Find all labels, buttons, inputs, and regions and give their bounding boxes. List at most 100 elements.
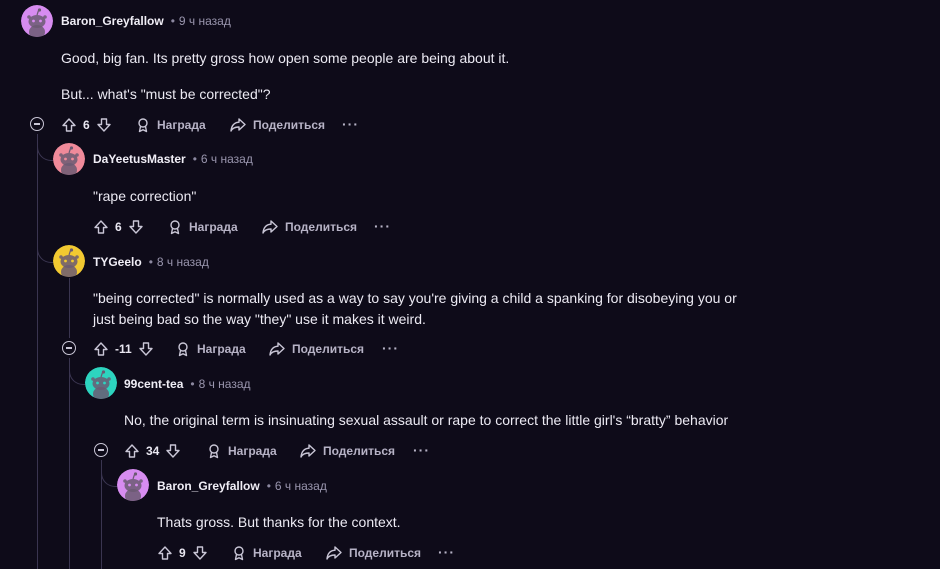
upvote-icon[interactable] — [61, 117, 77, 133]
author-name[interactable]: Baron_Greyfallow — [157, 479, 260, 493]
comment-body-line: No, the original term is insinuating sex… — [124, 412, 729, 428]
share-icon — [261, 219, 279, 235]
award-icon — [175, 341, 191, 357]
comment-body-line: "being corrected" is normally used as a … — [93, 290, 737, 306]
award-icon — [206, 443, 222, 459]
thread-connector — [101, 460, 118, 487]
snoo-avatar-icon — [85, 367, 117, 399]
award-label: Награда — [228, 444, 277, 458]
user-avatar[interactable] — [21, 5, 53, 37]
downvote-icon[interactable] — [165, 443, 181, 459]
comment-meta: DaYeetusMaster • 6 ч назад — [93, 151, 253, 167]
vote-score: 6 — [83, 118, 90, 132]
award-label: Награда — [253, 546, 302, 560]
thread-connector — [37, 134, 54, 263]
user-avatar[interactable] — [53, 245, 85, 277]
comment-meta: Baron_Greyfallow • 6 ч назад — [157, 478, 327, 494]
share-label: Поделиться — [253, 118, 326, 132]
author-name[interactable]: 99cent-tea — [124, 377, 183, 391]
share-label: Поделиться — [323, 444, 396, 458]
award-button[interactable]: Награда — [175, 339, 246, 359]
separator-dot: • — [190, 377, 195, 391]
snoo-avatar-icon — [53, 245, 85, 277]
author-name[interactable]: TYGeelo — [93, 255, 142, 269]
award-label: Награда — [189, 220, 238, 234]
award-icon — [231, 545, 247, 561]
author-name[interactable]: Baron_Greyfallow — [61, 14, 164, 28]
share-button[interactable]: Поделиться — [325, 543, 421, 563]
user-avatar[interactable] — [117, 469, 149, 501]
upvote-icon[interactable] — [93, 219, 109, 235]
comment-body-line: "rape correction" — [93, 188, 197, 204]
share-button[interactable]: Поделиться — [261, 217, 357, 237]
award-icon — [167, 219, 183, 235]
separator-dot: • — [266, 479, 271, 493]
comment-body-line: Thats gross. But thanks for the context. — [157, 514, 401, 530]
vote-control: 6 — [61, 115, 112, 135]
upvote-icon[interactable] — [93, 341, 109, 357]
vote-score: 34 — [146, 444, 160, 458]
more-options-button[interactable]: ··· — [382, 338, 399, 358]
vote-control: -11 — [93, 339, 154, 359]
more-options-button[interactable]: ··· — [438, 542, 455, 562]
timestamp[interactable]: 6 ч назад — [275, 479, 327, 493]
user-avatar[interactable] — [53, 143, 85, 175]
share-icon — [299, 443, 317, 459]
comment-body-line: Good, big fan. Its pretty gross how open… — [61, 50, 510, 66]
thread-line-level-1[interactable] — [69, 278, 70, 338]
downvote-icon[interactable] — [96, 117, 112, 133]
award-button[interactable]: Награда — [206, 441, 277, 461]
timestamp[interactable]: 8 ч назад — [199, 377, 251, 391]
snoo-avatar-icon — [53, 143, 85, 175]
vote-control: 9 — [157, 543, 208, 563]
downvote-icon[interactable] — [128, 219, 144, 235]
award-label: Награда — [157, 118, 206, 132]
vote-control: 6 — [93, 217, 144, 237]
comment-meta: Baron_Greyfallow • 9 ч назад — [61, 13, 231, 29]
thread-connector — [69, 358, 86, 385]
comment-body-line: But... what's "must be corrected"? — [61, 86, 271, 102]
vote-control: 34 — [124, 441, 181, 461]
separator-dot: • — [170, 14, 175, 28]
award-button[interactable]: Награда — [231, 543, 302, 563]
more-options-button[interactable]: ··· — [342, 114, 359, 134]
share-icon — [325, 545, 343, 561]
downvote-icon[interactable] — [192, 545, 208, 561]
timestamp[interactable]: 8 ч назад — [157, 255, 209, 269]
share-button[interactable]: Поделиться — [229, 115, 325, 135]
share-button[interactable]: Поделиться — [268, 339, 364, 359]
collapse-thread-button[interactable] — [94, 443, 108, 457]
timestamp[interactable]: 9 ч назад — [179, 14, 231, 28]
comment-meta: 99cent-tea • 8 ч назад — [124, 376, 251, 392]
share-label: Поделиться — [292, 342, 365, 356]
comment-body-line: just being bad so the way "they" use it … — [93, 311, 426, 327]
award-button[interactable]: Награда — [135, 115, 206, 135]
share-icon — [229, 117, 247, 133]
vote-score: 6 — [115, 220, 122, 234]
timestamp[interactable]: 6 ч назад — [201, 152, 253, 166]
share-label: Поделиться — [285, 220, 358, 234]
separator-dot: • — [148, 255, 153, 269]
share-button[interactable]: Поделиться — [299, 441, 395, 461]
share-icon — [268, 341, 286, 357]
collapse-thread-button[interactable] — [62, 341, 76, 355]
vote-score: -11 — [115, 342, 132, 356]
award-icon — [135, 117, 151, 133]
award-button[interactable]: Награда — [167, 217, 238, 237]
downvote-icon[interactable] — [138, 341, 154, 357]
upvote-icon[interactable] — [157, 545, 173, 561]
thread-line-level-1[interactable] — [69, 358, 70, 569]
snoo-avatar-icon — [21, 5, 53, 37]
more-options-button[interactable]: ··· — [374, 216, 391, 236]
upvote-icon[interactable] — [124, 443, 140, 459]
separator-dot: • — [192, 152, 197, 166]
share-label: Поделиться — [349, 546, 422, 560]
author-name[interactable]: DaYeetusMaster — [93, 152, 186, 166]
vote-score: 9 — [179, 546, 186, 560]
user-avatar[interactable] — [85, 367, 117, 399]
collapse-thread-button[interactable] — [30, 117, 44, 131]
comment-meta: TYGeelo • 8 ч назад — [93, 254, 209, 270]
more-options-button[interactable]: ··· — [413, 440, 430, 460]
award-label: Награда — [197, 342, 246, 356]
snoo-avatar-icon — [117, 469, 149, 501]
